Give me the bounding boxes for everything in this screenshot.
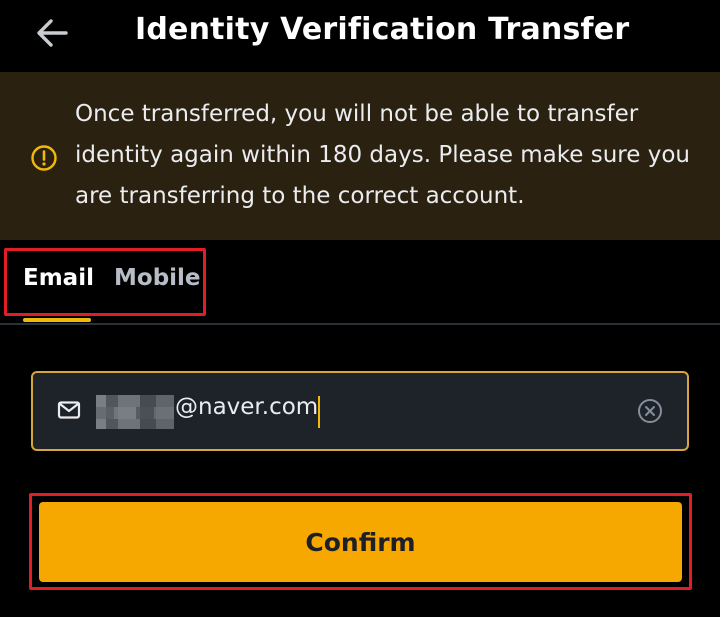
tab-mobile[interactable]: Mobile xyxy=(114,265,201,291)
arrow-left-icon xyxy=(37,19,68,47)
text-caret xyxy=(318,396,320,428)
email-value: @naver.com xyxy=(175,394,319,420)
warning-circle-icon xyxy=(30,144,58,172)
warning-text: Once transferred, you will not be able t… xyxy=(75,101,690,209)
tab-email[interactable]: Email xyxy=(23,265,94,291)
header: Identity Verification Transfer xyxy=(0,0,720,72)
redacted-email-username xyxy=(96,395,174,429)
page-title: Identity Verification Transfer xyxy=(135,12,630,47)
back-button[interactable] xyxy=(30,13,74,53)
clear-circle-icon[interactable] xyxy=(637,398,663,424)
page: Identity Verification Transfer Once tran… xyxy=(0,0,720,617)
tabs-divider xyxy=(0,323,720,325)
active-tab-indicator xyxy=(23,318,91,322)
confirm-button[interactable]: Confirm xyxy=(39,502,682,582)
mail-icon xyxy=(57,400,81,420)
